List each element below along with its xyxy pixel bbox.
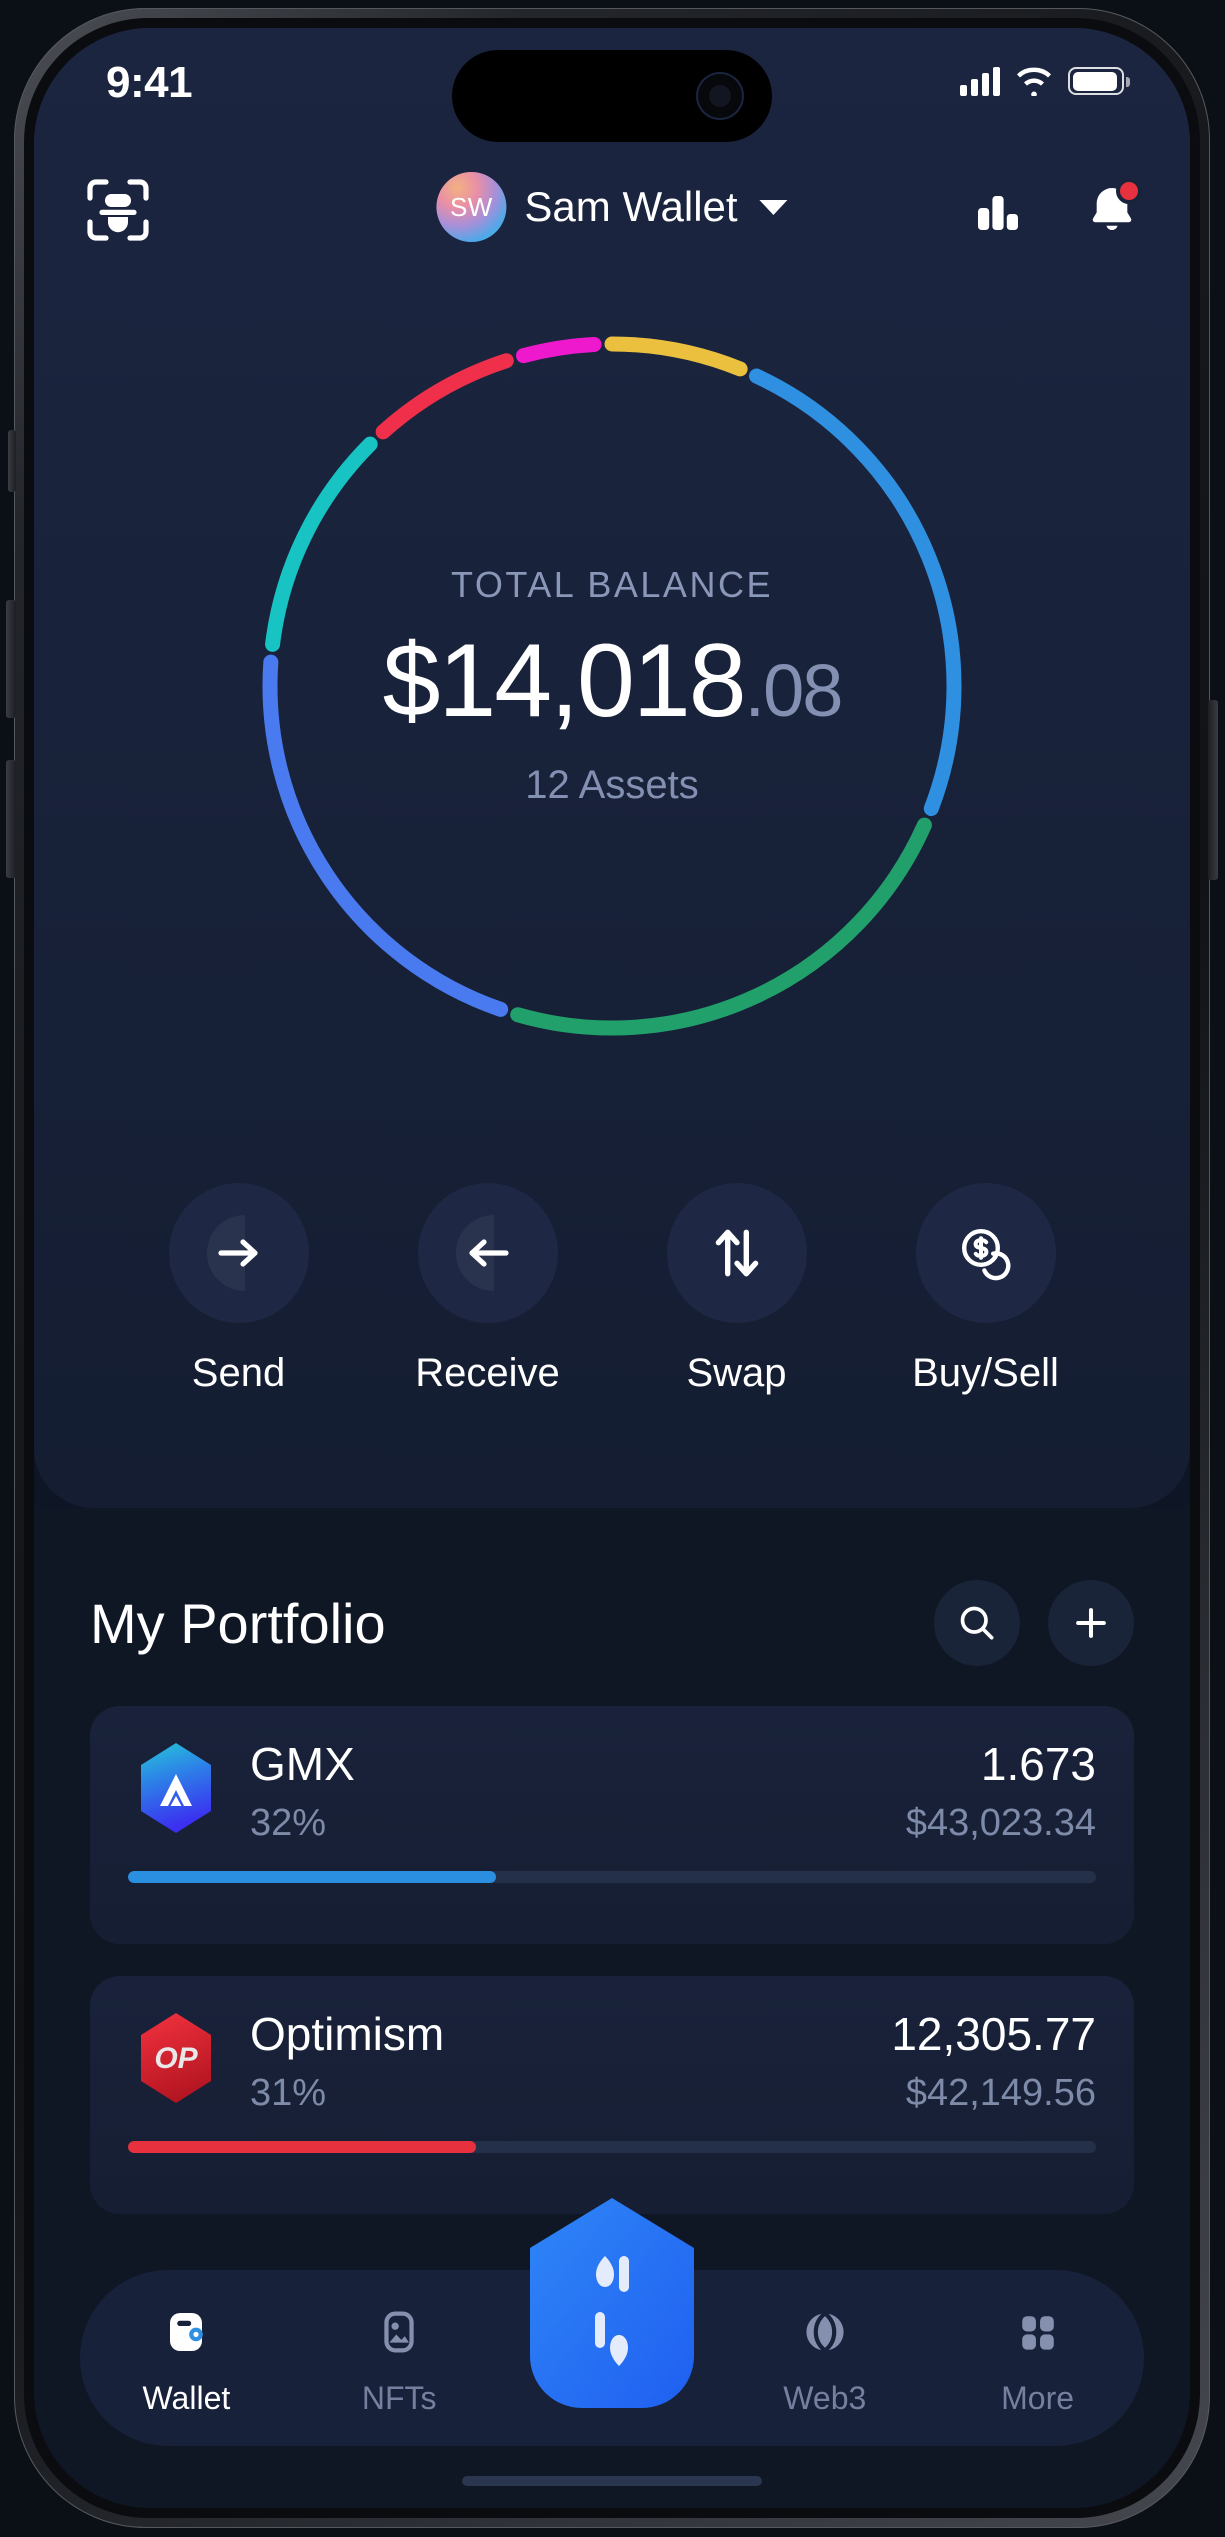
front-camera-icon [696, 72, 744, 120]
balance-main: $14,018 [382, 623, 747, 739]
avatar-initials: SW [449, 191, 493, 222]
donut-segment [510, 817, 932, 1036]
dynamic-island [452, 50, 772, 142]
asset-value: $42,149.56 [905, 2072, 1096, 2115]
cellular-signal-icon [960, 66, 1000, 96]
asset-quantity: 1.673 [980, 1738, 1096, 1790]
header-actions [966, 178, 1144, 242]
gmx-token-icon [128, 1740, 224, 1836]
scan-face-icon[interactable] [82, 174, 154, 246]
buy-sell-button[interactable]: Buy/Sell [896, 1183, 1076, 1396]
allocation-bar-track [128, 2141, 1096, 2154]
total-balance-label: TOTAL BALANCE [451, 564, 773, 605]
portfolio-actions [934, 1580, 1134, 1666]
image-icon [293, 2300, 506, 2364]
asset-name: GMX [250, 1738, 355, 1790]
tab-wallet[interactable]: Wallet [80, 2300, 293, 2417]
svg-text:OP: OP [154, 2042, 198, 2075]
tab-nfts[interactable]: NFTs [293, 2300, 506, 2417]
allocation-donut-chart: TOTAL BALANCE $14,018.08 12 Assets [232, 306, 992, 1066]
tab-nfts-label: NFTs [361, 2379, 437, 2416]
silent-switch[interactable] [8, 430, 16, 492]
tab-web3[interactable]: Web3 [718, 2300, 931, 2417]
tab-web3-label: Web3 [783, 2379, 867, 2416]
receive-button[interactable]: Receive [398, 1183, 578, 1396]
swap-button[interactable]: Swap [647, 1183, 827, 1396]
buy-sell-label: Buy/Sell [912, 1351, 1059, 1395]
page-title: My Portfolio [90, 1591, 386, 1655]
coins-dollar-icon [915, 1183, 1056, 1323]
quick-actions: Send Receive Swap Buy/Sell [34, 1183, 1190, 1396]
globe-icon [718, 2300, 931, 2364]
donut-segment [515, 336, 602, 364]
search-icon[interactable] [934, 1580, 1020, 1666]
status-time: 9:41 [106, 58, 193, 107]
optimism-token-icon: OP [128, 2010, 224, 2106]
screenshot-root: 9:41 SW Sam Wallet TOTAL BALANCE $14,018… [0, 0, 1225, 2537]
allocation-bar-track [128, 1871, 1096, 1884]
plus-icon[interactable] [1048, 1580, 1134, 1666]
wallet-icon [80, 2300, 293, 2364]
asset-value: $43,023.34 [905, 1802, 1096, 1845]
notification-badge [1116, 178, 1142, 204]
balance-cents: .08 [744, 649, 844, 732]
receive-label: Receive [415, 1351, 560, 1395]
home-indicator [462, 2476, 762, 2486]
asset-quantity: 12,305.77 [891, 2008, 1096, 2060]
exodus-logo-icon[interactable] [513, 2196, 711, 2408]
asset-name: Optimism [250, 2008, 445, 2060]
send-button[interactable]: Send [149, 1183, 329, 1396]
volume-up-button[interactable] [6, 600, 16, 718]
donut-segment [604, 336, 748, 377]
status-bar: 9:41 [34, 28, 1190, 148]
send-label: Send [191, 1351, 286, 1395]
wifi-icon [1017, 67, 1051, 96]
battery-icon [1068, 67, 1130, 95]
swap-label: Swap [686, 1351, 787, 1395]
table-row[interactable]: GMX 32% 1.673 $43,023.34 [90, 1706, 1134, 1944]
grid-icon [931, 2300, 1144, 2364]
chevron-down-icon [759, 199, 788, 215]
donut-segment [375, 353, 514, 440]
tab-more[interactable]: More [931, 2300, 1144, 2417]
arrow-right-icon [168, 1183, 309, 1323]
volume-down-button[interactable] [6, 760, 16, 878]
wallet-selector[interactable]: SW Sam Wallet [436, 172, 788, 242]
swap-vertical-icon [666, 1183, 807, 1323]
asset-percent: 32% [250, 1802, 327, 1845]
asset-percent: 31% [250, 2072, 327, 2115]
wallet-name: Sam Wallet [524, 183, 738, 230]
allocation-bar-fill [128, 2141, 477, 2154]
assets-count: 12 Assets [525, 763, 699, 807]
notification-bell-icon[interactable] [1080, 178, 1144, 242]
table-row[interactable]: OP Optimism 31% 12,305.77 $42,149.56 [90, 1976, 1134, 2214]
avatar: SW [436, 172, 507, 242]
phone-screen: 9:41 SW Sam Wallet TOTAL BALANCE $14,018… [34, 28, 1190, 2508]
status-indicators [960, 66, 1130, 96]
bar-chart-icon[interactable] [966, 178, 1030, 242]
total-balance-amount: $14,018.08 [232, 622, 992, 741]
allocation-bar-fill [128, 1871, 496, 1884]
tab-wallet-label: Wallet [142, 2379, 231, 2416]
power-button[interactable] [1208, 700, 1218, 880]
balance-block: TOTAL BALANCE $14,018.08 12 Assets [232, 564, 992, 808]
arrow-left-icon [417, 1183, 558, 1323]
portfolio-header: My Portfolio [34, 1573, 1190, 1673]
tab-more-label: More [1001, 2379, 1075, 2416]
app-header: SW Sam Wallet [34, 156, 1190, 266]
